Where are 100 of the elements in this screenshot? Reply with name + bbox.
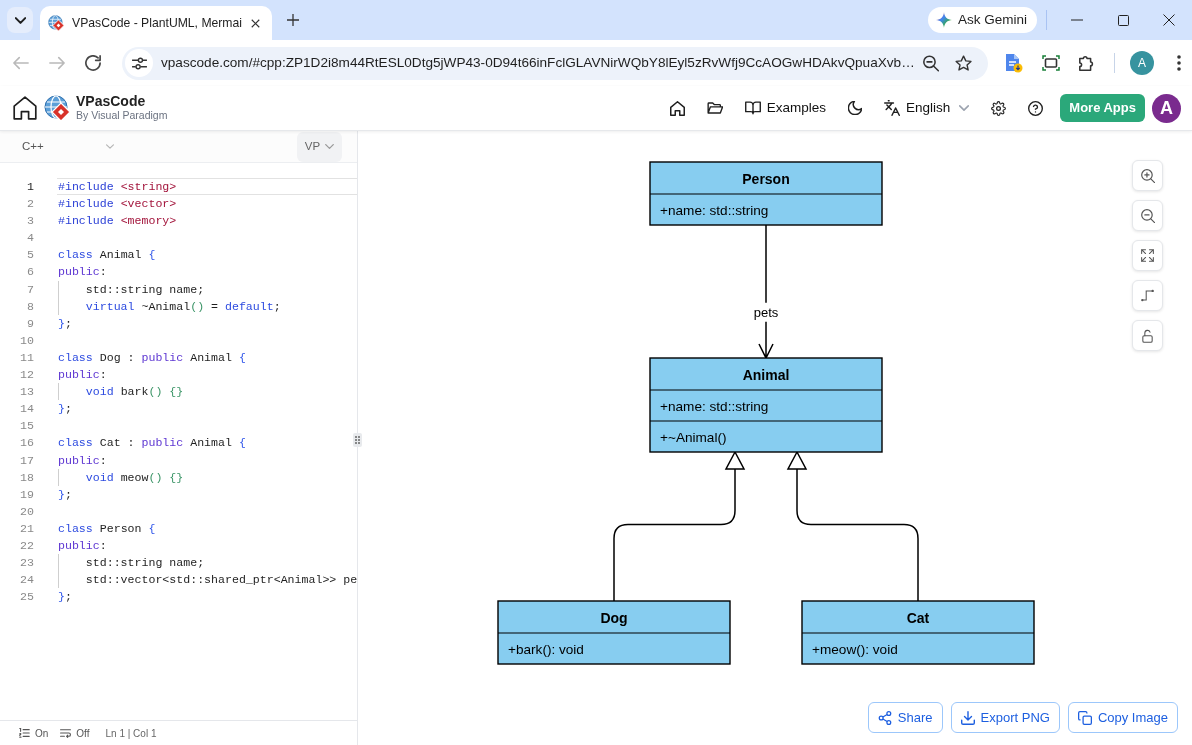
- line-number: 5: [26, 247, 34, 264]
- profile-avatar[interactable]: A: [1130, 51, 1154, 75]
- line-number: 25: [19, 589, 34, 606]
- language-button[interactable]: English: [873, 93, 981, 123]
- connector-style-button[interactable]: [1132, 280, 1163, 311]
- association-label: pets: [753, 305, 779, 321]
- line-number: 18: [19, 469, 34, 486]
- language-dropdown[interactable]: C++: [12, 133, 124, 160]
- line-number: 23: [19, 555, 34, 572]
- chevron-down-icon: [14, 16, 26, 24]
- cursor-position: Ln 1 | Col 1: [105, 726, 157, 741]
- text-wrap-icon: [60, 728, 72, 738]
- tab-list-button[interactable]: [7, 7, 33, 33]
- share-icon: [877, 710, 892, 725]
- class-name: Dog: [600, 610, 628, 626]
- house-icon[interactable]: [13, 96, 37, 120]
- line-number: 1: [26, 179, 34, 195]
- chevron-down-icon: [106, 144, 114, 149]
- zoom-out-icon[interactable]: [922, 54, 939, 72]
- unlocked-padlock-icon: [1141, 328, 1154, 343]
- copy-icon: [1077, 710, 1092, 725]
- copy-button[interactable]: Copy Image: [1067, 702, 1178, 733]
- book-icon: [744, 101, 761, 115]
- line-number: 9: [26, 315, 34, 332]
- chevron-down-icon: [325, 144, 335, 149]
- code-line: #include <memory>: [57, 213, 177, 230]
- line-number: 20: [19, 503, 34, 520]
- user-avatar[interactable]: A: [1152, 93, 1181, 123]
- code-line: std::string name;: [57, 280, 205, 298]
- class-method: +~Animal(): [660, 430, 727, 445]
- sparkle-icon: [935, 12, 952, 28]
- fit-screen-button[interactable]: [1132, 240, 1163, 271]
- step-line-icon: [1141, 289, 1154, 302]
- line-number: 21: [19, 520, 34, 537]
- class-attribute: +name: std::string: [660, 203, 769, 218]
- star-icon[interactable]: [954, 54, 972, 72]
- line-number: 17: [19, 452, 34, 469]
- class-name: Cat: [906, 610, 930, 626]
- status-toggle[interactable]: Off: [60, 725, 90, 741]
- code-line: public:: [57, 367, 107, 384]
- line-number: 8: [26, 298, 34, 315]
- close-icon[interactable]: [1163, 14, 1175, 26]
- code-line: public:: [57, 264, 107, 281]
- line-number: 3: [26, 213, 34, 230]
- reload-icon[interactable]: [85, 55, 101, 71]
- zoom-out-icon: [1140, 208, 1155, 223]
- ask-gemini-button[interactable]: Ask Gemini: [927, 7, 1037, 33]
- more-options-icon[interactable]: [1177, 55, 1181, 71]
- code-line: };: [57, 315, 72, 332]
- numbered-list-icon: [19, 728, 30, 738]
- chevron-down-icon: [959, 105, 970, 111]
- code-line: virtual ~Animal() = default;: [57, 297, 281, 315]
- globe-logo-icon: [44, 95, 70, 121]
- site-info-button[interactable]: [125, 49, 153, 77]
- address-bar[interactable]: vpascode.com/#cpp:ZP1D2i8m44RtESL0Dtg5jWP43-0D94t66inFclGLAVNirWQbY8lEyl5zRvWfj9CcAOGwHDAkvQpuaXvb…: [122, 46, 988, 80]
- line-number: 2: [26, 196, 34, 213]
- folder-icon[interactable]: [706, 101, 723, 115]
- status-toggle[interactable]: On: [19, 725, 49, 741]
- plus-icon[interactable]: [287, 14, 299, 26]
- code-line: class Animal {: [57, 247, 156, 264]
- code-line: class Cat : public Animal {: [57, 435, 246, 452]
- resize-handle-icon[interactable]: [353, 433, 362, 447]
- screenshot-icon[interactable]: [1042, 55, 1060, 71]
- code-line: };: [57, 589, 72, 606]
- sliders-icon: [131, 56, 147, 70]
- download-icon: [960, 710, 975, 725]
- code-line: #include <vector>: [57, 196, 177, 213]
- line-number: 4: [26, 230, 34, 247]
- home-icon[interactable]: [669, 100, 685, 116]
- line-number: 19: [19, 486, 34, 503]
- class-name: Person: [742, 171, 790, 187]
- line-number: 22: [19, 537, 34, 554]
- share-button[interactable]: Share: [867, 702, 943, 733]
- browser-tab[interactable]: VPasCode - PlantUML, Mermai: [40, 6, 272, 40]
- lock-button[interactable]: [1132, 320, 1163, 351]
- dropdown-button[interactable]: VP: [297, 131, 342, 162]
- close-icon[interactable]: [251, 18, 260, 28]
- zoom-in-icon: [1140, 168, 1155, 183]
- line-number: 7: [26, 281, 34, 298]
- code-line: public:: [57, 537, 107, 554]
- line-number: 16: [19, 435, 34, 452]
- expand-arrows-icon: [1141, 249, 1154, 262]
- examples-button[interactable]: Examples: [733, 93, 837, 123]
- zoom-in-button[interactable]: [1132, 160, 1163, 191]
- translate-icon: [884, 100, 900, 116]
- document-download-icon[interactable]: [1005, 53, 1023, 73]
- line-number: 24: [19, 572, 34, 589]
- code-line: void meow() {}: [57, 468, 184, 486]
- maximize-icon[interactable]: [1117, 14, 1129, 26]
- class-method: +meow(): void: [812, 642, 898, 657]
- code-line: std::vector<std::shared_ptr<Animal>> pe: [57, 571, 357, 589]
- export-button[interactable]: Export PNG: [950, 702, 1060, 733]
- zoom-out-button[interactable]: [1132, 200, 1163, 231]
- help-icon[interactable]: [1028, 100, 1044, 116]
- code-line: class Dog : public Animal {: [57, 349, 246, 366]
- gear-icon[interactable]: [991, 100, 1007, 116]
- moon-icon[interactable]: [848, 101, 862, 115]
- code-line: };: [57, 486, 72, 503]
- puzzle-icon[interactable]: [1078, 54, 1096, 72]
- class-method: +bark(): void: [508, 642, 584, 657]
